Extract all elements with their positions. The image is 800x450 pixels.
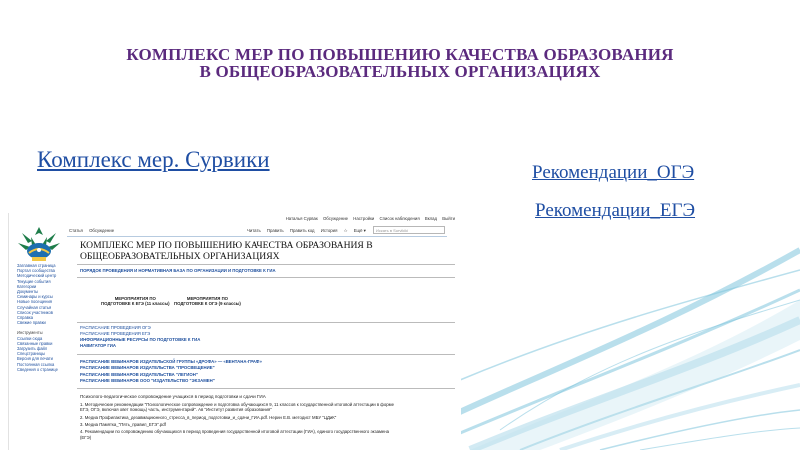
tab-read[interactable]: Читать	[247, 228, 261, 233]
wiki-user-bar: Наталья Сурвак Обсуждение Настройки Спис…	[9, 213, 461, 226]
slide-title: КОМПЛЕКС МЕР ПО ПОВЫШЕНИЮ КАЧЕСТВА ОБРАЗ…	[40, 46, 760, 80]
wiki-screenshot: Наталья Сурвак Обсуждение Настройки Спис…	[8, 213, 461, 450]
tab-discussion[interactable]: Обсуждение	[89, 228, 114, 233]
more-menu[interactable]: Ещё ▾	[354, 228, 366, 233]
psych-item-2[interactable]: 2. Медиа Профилактика_дезавмациюнного_ст…	[80, 415, 455, 420]
slide-title-line2: В ОБЩЕОБРАЗОВАТЕЛЬНЫХ ОРГАНИЗАЦИЯХ	[199, 62, 601, 81]
settings-link[interactable]: Настройки	[353, 216, 374, 221]
wiki-page-tabs: Статья Обсуждение	[69, 228, 119, 233]
examen-webinars-link[interactable]: РАСПИСАНИЕ ВЕБИНАРОВ ООО "ИЗДАТЕЛЬСТВО "…	[80, 378, 455, 384]
procedure-link[interactable]: ПОРЯДОК ПРОВЕДЕНИЯ И НОРМАТИВНАЯ БАЗА ПО…	[80, 268, 455, 273]
psych-item-4-cont: (ЕГЭ)	[80, 434, 92, 440]
tab-article[interactable]: Статья	[69, 228, 83, 233]
wiki-sidebar: Заглавная страница Портал сообщества Мет…	[17, 263, 67, 372]
psych-support-title: Психолого-педагогическое сопровождение у…	[80, 393, 266, 399]
wiki-user-links: Наталья Сурвак Обсуждение Настройки Спис…	[282, 216, 455, 221]
wiki-logo-icon	[18, 227, 60, 261]
oge-activities-line2: ПОДГОТОВКЕ К ОГЭ (9 классы)	[174, 301, 241, 307]
user-link[interactable]: Наталья Сурвак	[286, 216, 318, 221]
slide-title-line1: КОМПЛЕКС МЕР ПО ПОВЫШЕНИЮ КАЧЕСТВА ОБРАЗ…	[126, 45, 674, 64]
tab-history[interactable]: История	[321, 228, 338, 233]
wiki-heading-line1: КОМПЛЕКС МЕР ПО ПОВЫШЕНИЮ КАЧЕСТВА ОБРАЗ…	[80, 240, 373, 251]
logout-link[interactable]: Выйти	[442, 216, 455, 221]
contributions-link[interactable]: Вклад	[425, 216, 437, 221]
tab-edit[interactable]: Править	[267, 228, 284, 233]
oge-activities-link[interactable]: МЕРОПРИЯТИЯ ПО ПОДГОТОВКЕ К ОГЭ (9 класс…	[174, 296, 241, 307]
sidebar-item-page-info[interactable]: Сведения о странице	[17, 367, 67, 372]
psych-divider	[77, 387, 455, 389]
watch-star-icon[interactable]: ☆	[344, 228, 348, 233]
psych-item-1-cont: ЕГЭ, ОГЭ, включая овет помощь) часть, ин…	[80, 407, 272, 413]
wiki-content: КОМПЛЕКС МЕР ПО ПОВЫШЕНИЮ КАЧЕСТВА ОБРАЗ…	[77, 239, 455, 440]
ege-activities-line2: ПОДГОТОВКЕ К ЕГЭ (11 классы)	[101, 301, 170, 307]
columns-divider	[77, 322, 455, 323]
tab-edit-source[interactable]: Править код	[290, 228, 315, 233]
activities-columns: МЕРОПРИЯТИЯ ПО ПОДГОТОВКЕ К ЕГЭ (11 клас…	[77, 296, 455, 314]
webinars-divider	[77, 354, 455, 356]
survik-link[interactable]: Комплекс мер. Сурвики	[37, 147, 270, 173]
talk-link[interactable]: Обсуждение	[323, 216, 348, 221]
heading-divider	[77, 264, 455, 265]
wiki-view-tabs: Читать Править Править код История ☆ Ещё…	[247, 228, 371, 234]
ege-activities-link[interactable]: МЕРОПРИЯТИЯ ПО ПОДГОТОВКЕ К ЕГЭ (11 клас…	[101, 296, 170, 307]
gia-navigator-link[interactable]: НАВИГАТОР ГИА	[80, 343, 455, 349]
ege-recommendations-link[interactable]: Рекомендации_ЕГЭ	[535, 200, 695, 222]
wiki-search-input[interactable]: Искать в Survikiki	[373, 226, 445, 234]
tab-divider	[67, 236, 447, 237]
wiki-page-heading: КОМПЛЕКС МЕР ПО ПОВЫШЕНИЮ КАЧЕСТВА ОБРАЗ…	[80, 240, 455, 262]
section-divider	[77, 277, 455, 278]
watchlist-link[interactable]: Список наблюдения	[380, 216, 420, 221]
oge-recommendations-link[interactable]: Рекомендации_ОГЭ	[532, 162, 694, 184]
psych-item-3[interactable]: 3. Медиа Памятка_"Пять_правил_ЕГЭ".pdf	[80, 422, 455, 427]
wiki-heading-line2: ОБЩЕОБРАЗОВАТЕЛЬНЫХ ОРГАНИЗАЦИЯХ	[80, 250, 280, 262]
